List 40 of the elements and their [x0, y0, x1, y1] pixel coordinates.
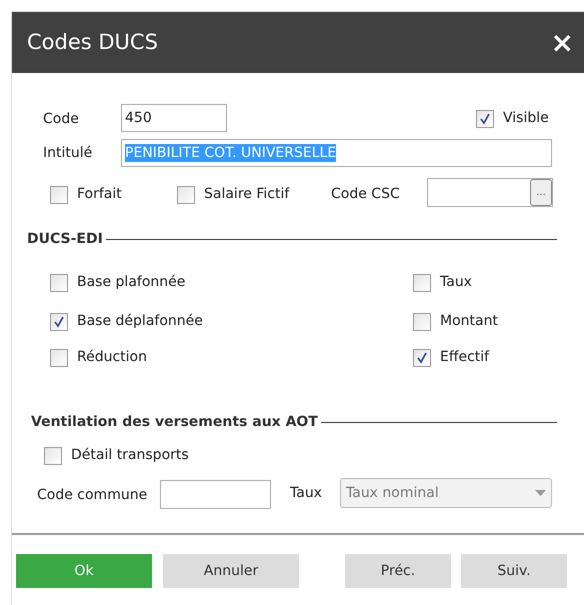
code-field[interactable]: 450 — [121, 104, 227, 132]
dialog-button[interactable]: Suiv. — [461, 554, 567, 588]
checkbox-label: Détail transports — [71, 446, 189, 465]
checkbox-label: Base déplafonnée — [77, 312, 203, 331]
checkbox-label: Taux — [440, 273, 472, 292]
checkbox[interactable] — [476, 110, 494, 128]
checkbox[interactable] — [44, 446, 62, 464]
checkbox[interactable] — [177, 186, 195, 204]
check-icon — [479, 112, 491, 124]
check-icon — [416, 352, 428, 364]
window-title: Codes DUCS — [27, 28, 158, 56]
checkbox-label: Montant — [440, 312, 498, 331]
close-button[interactable]: × — [550, 28, 574, 56]
checkbox-label: Effectif — [440, 348, 490, 367]
checkbox[interactable] — [413, 348, 431, 366]
dialog-button[interactable]: Annuler — [163, 554, 299, 588]
code-csc-field[interactable]: ... — [427, 178, 553, 207]
checkbox[interactable] — [50, 312, 68, 330]
checkbox[interactable] — [413, 312, 431, 330]
field-label: Code CSC — [331, 185, 400, 204]
field-label: Intitulé — [43, 144, 92, 163]
section-heading: DUCS-EDI — [27, 230, 103, 249]
checkbox[interactable] — [50, 274, 68, 292]
checkbox[interactable] — [50, 348, 68, 366]
dialog-button[interactable]: Préc. — [345, 554, 451, 588]
code-commune-field[interactable] — [160, 480, 271, 509]
caret-icon — [535, 490, 546, 496]
checkbox[interactable] — [413, 274, 431, 292]
checkbox[interactable] — [50, 186, 68, 204]
checkbox-label: Réduction — [77, 348, 147, 367]
field-label: Code commune — [37, 486, 148, 505]
field-label: Code — [43, 110, 79, 129]
check-icon — [53, 316, 65, 328]
checkbox-label: Forfait — [77, 185, 122, 204]
browse-button[interactable]: ... — [530, 179, 552, 206]
section-heading: Ventilation des versements aux AOT — [31, 413, 318, 432]
field-label: Taux — [290, 484, 322, 503]
checkbox-label: Salaire Fictif — [204, 185, 290, 204]
checkbox-label: Visible — [503, 109, 549, 128]
checkbox-label: Base plafonnée — [77, 273, 186, 292]
